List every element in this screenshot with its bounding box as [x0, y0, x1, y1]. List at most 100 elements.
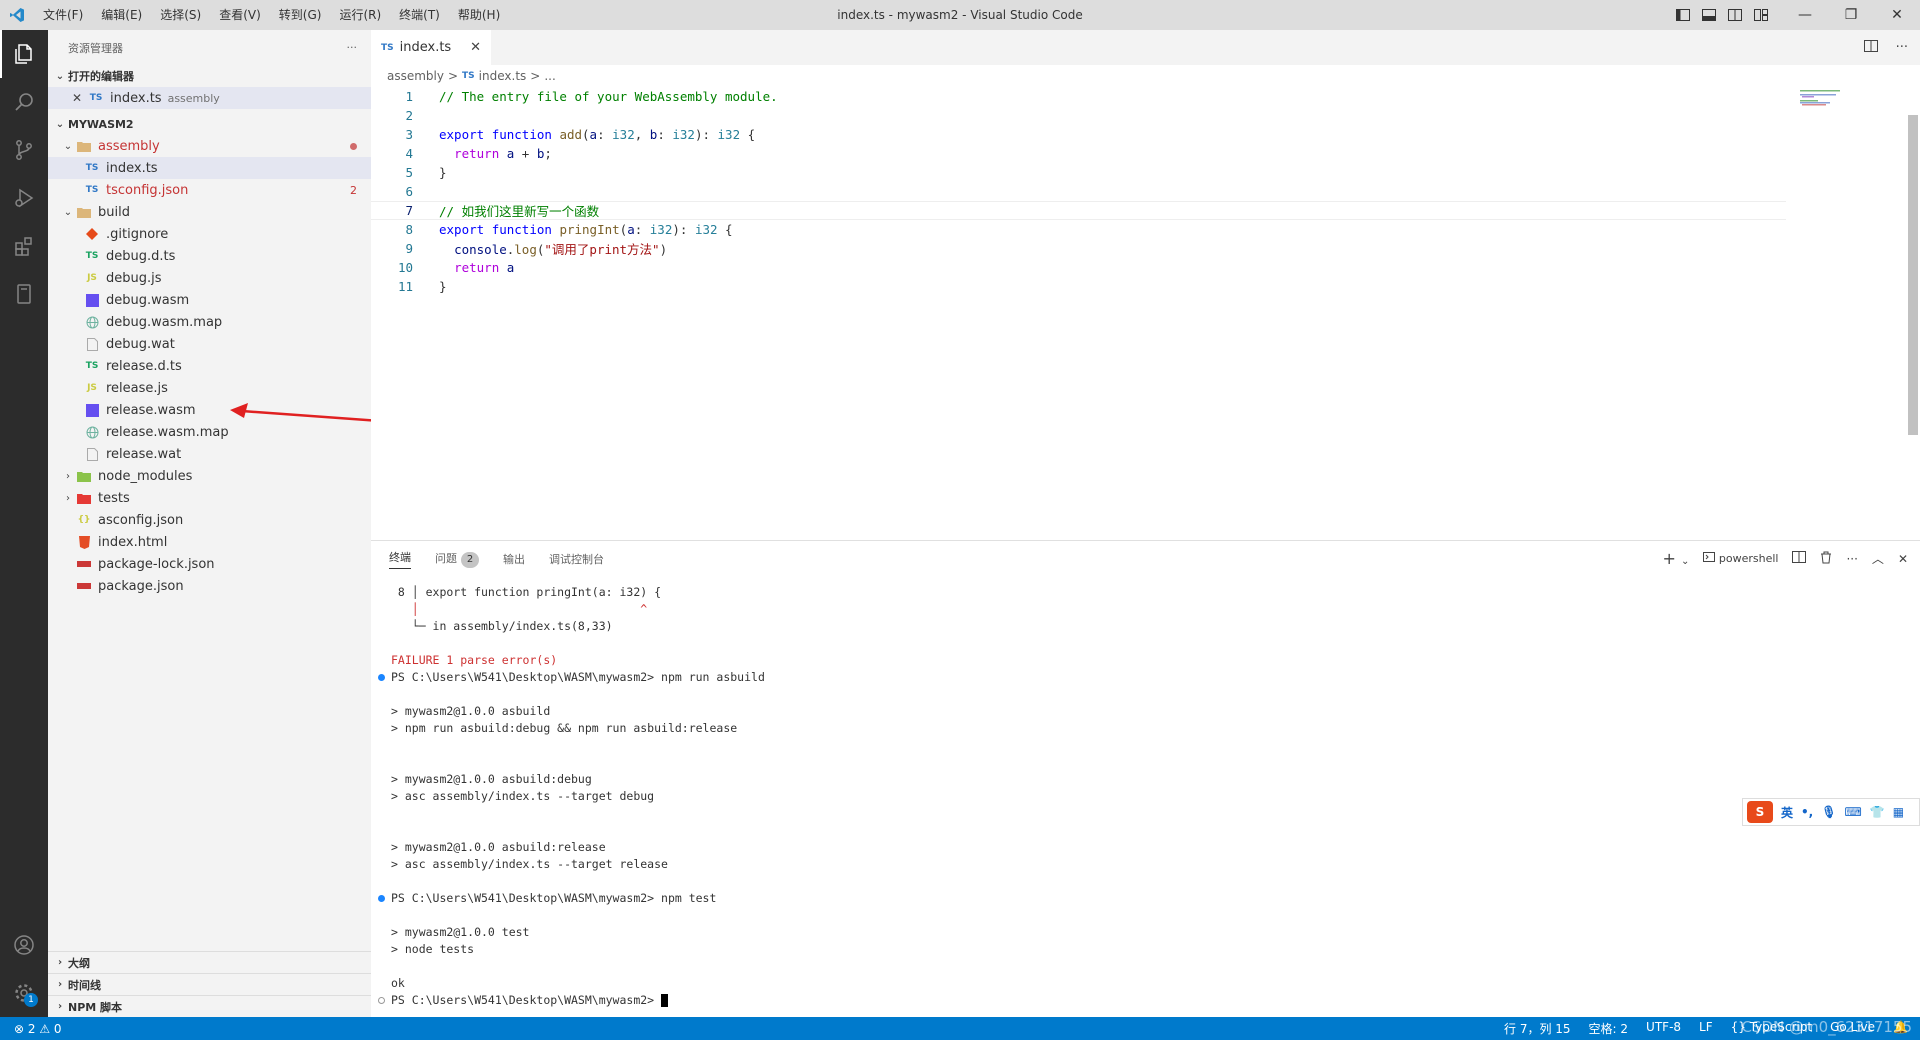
- tree-item-assembly[interactable]: ⌄ assembly: [48, 135, 371, 157]
- search-icon[interactable]: [0, 78, 48, 126]
- maximize-panel-icon[interactable]: ︿: [1872, 550, 1884, 567]
- language-mode[interactable]: {} TypeScript: [1731, 1020, 1812, 1037]
- tree-item-package-lock[interactable]: package-lock.json: [48, 553, 371, 575]
- skin-shirt-icon[interactable]: 👕: [1870, 805, 1885, 819]
- go-live-button[interactable]: Go Live: [1830, 1020, 1875, 1037]
- close-icon[interactable]: ✕: [72, 91, 88, 105]
- menu-terminal[interactable]: 终端(T): [390, 0, 449, 30]
- chevron-right-icon: ›: [57, 1001, 63, 1012]
- menu-help[interactable]: 帮助(H): [449, 0, 509, 30]
- explorer-icon[interactable]: [0, 30, 48, 78]
- code-line: 11}: [371, 277, 1920, 296]
- tree-item-index-ts[interactable]: TS index.ts: [48, 157, 371, 179]
- encoding[interactable]: UTF-8: [1646, 1020, 1681, 1037]
- ime-language[interactable]: 英: [1781, 804, 1793, 821]
- problems-status[interactable]: ⊗ 2 ⚠ 0: [14, 1022, 62, 1036]
- command-success-dot[interactable]: [378, 895, 385, 902]
- tab-debug-console[interactable]: 调试控制台: [549, 551, 604, 567]
- customize-layout-icon[interactable]: [1748, 0, 1774, 30]
- outline-section[interactable]: › 大纲: [48, 951, 371, 973]
- breadcrumb-file[interactable]: index.ts: [479, 69, 527, 83]
- tree-item-tests[interactable]: › tests: [48, 487, 371, 509]
- tree-item-debug-wasm-map[interactable]: debug.wasm.map: [48, 311, 371, 333]
- menu-run[interactable]: 运行(R): [330, 0, 390, 30]
- punctuation-icon[interactable]: •,: [1801, 805, 1813, 819]
- split-terminal-icon[interactable]: [1792, 551, 1807, 566]
- keyboard-icon[interactable]: ⌨: [1844, 805, 1861, 819]
- breadcrumb-symbol[interactable]: ...: [544, 69, 555, 83]
- tree-item-index-html[interactable]: index.html: [48, 531, 371, 553]
- tree-item-release-wat[interactable]: release.wat: [48, 443, 371, 465]
- close-icon[interactable]: ✕: [470, 40, 481, 55]
- open-editors-section[interactable]: ⌄ 打开的编辑器: [48, 65, 371, 87]
- new-terminal-icon[interactable]: + ⌄: [1662, 549, 1689, 568]
- toggle-sidebar-icon[interactable]: [1670, 0, 1696, 30]
- menu-file[interactable]: 文件(F): [34, 0, 92, 30]
- breadcrumb-folder[interactable]: assembly: [387, 69, 444, 83]
- close-window-button[interactable]: ✕: [1874, 0, 1920, 30]
- tree-item-label: release.d.ts: [106, 358, 182, 374]
- project-section[interactable]: ⌄ MYWASM2: [48, 113, 371, 135]
- code-editor[interactable]: 1// The entry file of your WebAssembly m…: [371, 87, 1920, 296]
- terminal-output[interactable]: 8 │ export function pringInt(a: i32) { │…: [371, 584, 1920, 1009]
- tree-item-release-js[interactable]: JS release.js: [48, 377, 371, 399]
- tree-item-build[interactable]: ⌄ build: [48, 201, 371, 223]
- cursor-position[interactable]: 行 7，列 15: [1504, 1020, 1571, 1037]
- toggle-panel-icon[interactable]: [1696, 0, 1722, 30]
- more-actions-icon[interactable]: ···: [1896, 40, 1908, 55]
- tab-output[interactable]: 输出: [503, 551, 525, 567]
- split-editor-icon[interactable]: [1863, 39, 1878, 56]
- tab-problems[interactable]: 问题 2: [435, 550, 479, 568]
- source-control-icon[interactable]: [0, 126, 48, 174]
- microphone-icon[interactable]: 🎙: [1821, 805, 1836, 819]
- remote-explorer-icon[interactable]: [0, 270, 48, 318]
- line-number: 7: [405, 203, 413, 218]
- tree-item-tsconfig[interactable]: TS tsconfig.json 2: [48, 179, 371, 201]
- tree-item-debug-wat[interactable]: debug.wat: [48, 333, 371, 355]
- menu-view[interactable]: 查看(V): [210, 0, 270, 30]
- tree-item-gitignore[interactable]: .gitignore: [48, 223, 371, 245]
- more-actions-icon[interactable]: ···: [347, 41, 358, 54]
- tree-item-release-d-ts[interactable]: TS release.d.ts: [48, 355, 371, 377]
- error-dot: [350, 142, 357, 150]
- tree-item-debug-js[interactable]: JS debug.js: [48, 267, 371, 289]
- command-pending-dot[interactable]: [378, 997, 385, 1004]
- accounts-icon[interactable]: [0, 921, 48, 969]
- menu-go[interactable]: 转到(G): [270, 0, 331, 30]
- breadcrumb-separator: >: [530, 69, 541, 83]
- tree-item-label: asconfig.json: [98, 512, 184, 528]
- menu-edit[interactable]: 编辑(E): [92, 0, 151, 30]
- trash-icon[interactable]: [1820, 551, 1832, 567]
- menu-selection[interactable]: 选择(S): [151, 0, 210, 30]
- tab-terminal[interactable]: 终端: [389, 549, 411, 569]
- editor-scrollbar[interactable]: [1906, 87, 1920, 540]
- indentation[interactable]: 空格: 2: [1589, 1020, 1629, 1037]
- manage-gear-icon[interactable]: 1: [0, 969, 48, 1017]
- ime-toolbar[interactable]: S 英 •, 🎙 ⌨ 👕 ▦: [1742, 798, 1920, 826]
- command-success-dot[interactable]: [378, 674, 385, 681]
- code-line: 2: [371, 106, 1920, 125]
- scrollbar-thumb[interactable]: [1908, 115, 1918, 435]
- open-editor-item[interactable]: ✕ TS index.ts assembly: [48, 87, 371, 109]
- more-actions-icon[interactable]: ···: [1846, 552, 1857, 566]
- toolbox-grid-icon[interactable]: ▦: [1893, 805, 1904, 819]
- tree-item-package-json[interactable]: package.json: [48, 575, 371, 597]
- tree-item-asconfig[interactable]: {} asconfig.json: [48, 509, 371, 531]
- run-debug-icon[interactable]: [0, 174, 48, 222]
- close-panel-icon[interactable]: ✕: [1898, 552, 1908, 566]
- notifications-bell-icon[interactable]: 🔔: [1893, 1020, 1908, 1037]
- timeline-section[interactable]: › 时间线: [48, 973, 371, 995]
- minimize-button[interactable]: —: [1782, 0, 1828, 30]
- tree-item-debug-d-ts[interactable]: TS debug.d.ts: [48, 245, 371, 267]
- tree-item-label: debug.wasm: [106, 292, 190, 308]
- minimap[interactable]: [1800, 88, 1860, 128]
- tab-index-ts[interactable]: TS index.ts ✕: [371, 30, 491, 65]
- toggle-secondary-sidebar-icon[interactable]: [1722, 0, 1748, 30]
- end-of-line[interactable]: LF: [1699, 1020, 1713, 1037]
- tree-item-debug-wasm[interactable]: debug.wasm: [48, 289, 371, 311]
- terminal-shell-selector[interactable]: powershell: [1703, 552, 1778, 565]
- extensions-icon[interactable]: [0, 222, 48, 270]
- restore-button[interactable]: ❐: [1828, 0, 1874, 30]
- tree-item-node-modules[interactable]: › node_modules: [48, 465, 371, 487]
- npm-scripts-section[interactable]: › NPM 脚本: [48, 995, 371, 1017]
